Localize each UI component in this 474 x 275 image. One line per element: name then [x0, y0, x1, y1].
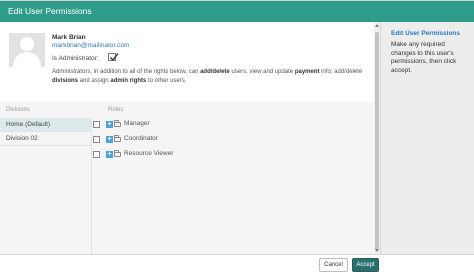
- folder-icon: [114, 135, 121, 142]
- desc-bold-divisions: divisions: [52, 78, 79, 84]
- scrollbar-thumb[interactable]: [375, 32, 379, 250]
- user-name: Mark Brian: [52, 34, 86, 41]
- role-label-resource-viewer: Resource Viewer: [124, 150, 174, 157]
- dialog-header: Edit User Permissions: [0, 1, 474, 22]
- role-checkbox-resource-viewer[interactable]: [93, 151, 100, 158]
- permissions-table: Divisions Roles Home (Default) Division …: [0, 102, 374, 254]
- avatar: [9, 33, 45, 67]
- help-sidebar: Edit User Permissions Make any required …: [380, 22, 474, 254]
- division-item-division-02[interactable]: Division 02: [0, 132, 91, 146]
- admin-label: Is Administrator:: [52, 55, 99, 62]
- desc-part-2: users, view and update: [229, 69, 295, 75]
- role-checkbox-manager[interactable]: [93, 121, 100, 128]
- divisions-column-header: Divisions: [6, 107, 31, 113]
- folder-icon: [114, 150, 121, 157]
- role-label-coordinator: Coordinator: [124, 135, 158, 142]
- desc-bold-admin-rights: admin rights: [110, 78, 147, 84]
- cancel-button[interactable]: Cancel: [319, 258, 348, 272]
- expand-icon[interactable]: +: [106, 136, 113, 143]
- desc-part-5: to other users.: [146, 78, 187, 84]
- avatar-body: [13, 52, 41, 67]
- expand-icon[interactable]: +: [106, 121, 113, 128]
- admin-description: Administrators, in addition to all of th…: [52, 68, 368, 86]
- divisions-list: Home (Default) Division 02: [0, 118, 91, 254]
- desc-part-1: Administrators, in addition to all of th…: [52, 69, 201, 75]
- checkmark-icon: [110, 53, 119, 62]
- column-divider: [91, 118, 92, 254]
- desc-bold-payment: payment: [294, 69, 320, 75]
- expand-icon[interactable]: +: [106, 151, 113, 158]
- help-title: Edit User Permissions: [391, 30, 460, 37]
- roles-column-header: Roles: [108, 107, 124, 113]
- division-item-home[interactable]: Home (Default): [0, 118, 91, 132]
- avatar-head: [20, 37, 34, 51]
- help-text: Make any required changes to this user's…: [391, 41, 457, 74]
- user-email-link[interactable]: markbrian@mailinator.com: [52, 42, 129, 49]
- is-administrator-checkbox[interactable]: [108, 53, 119, 62]
- edit-user-permissions-dialog: Edit User Permissions Mark Brian markbri…: [0, 0, 474, 275]
- scroll-up-arrow-icon[interactable]: [375, 24, 379, 27]
- dialog-body[interactable]: Mark Brian markbrian@mailinator.com Is A…: [0, 22, 374, 254]
- desc-part-4: and assign: [78, 78, 111, 84]
- desc-bold-add-delete: add/delete: [200, 69, 230, 75]
- role-checkbox-coordinator[interactable]: [93, 136, 100, 143]
- dialog-footer: Cancel Accept: [0, 254, 474, 275]
- accept-button[interactable]: Accept: [352, 258, 379, 272]
- scroll-down-arrow-icon[interactable]: [375, 249, 379, 252]
- desc-part-3: info, add/delete: [319, 69, 363, 75]
- role-label-manager: Manager: [124, 120, 150, 127]
- dialog-title: Edit User Permissions: [8, 6, 92, 16]
- folder-icon: [114, 120, 121, 127]
